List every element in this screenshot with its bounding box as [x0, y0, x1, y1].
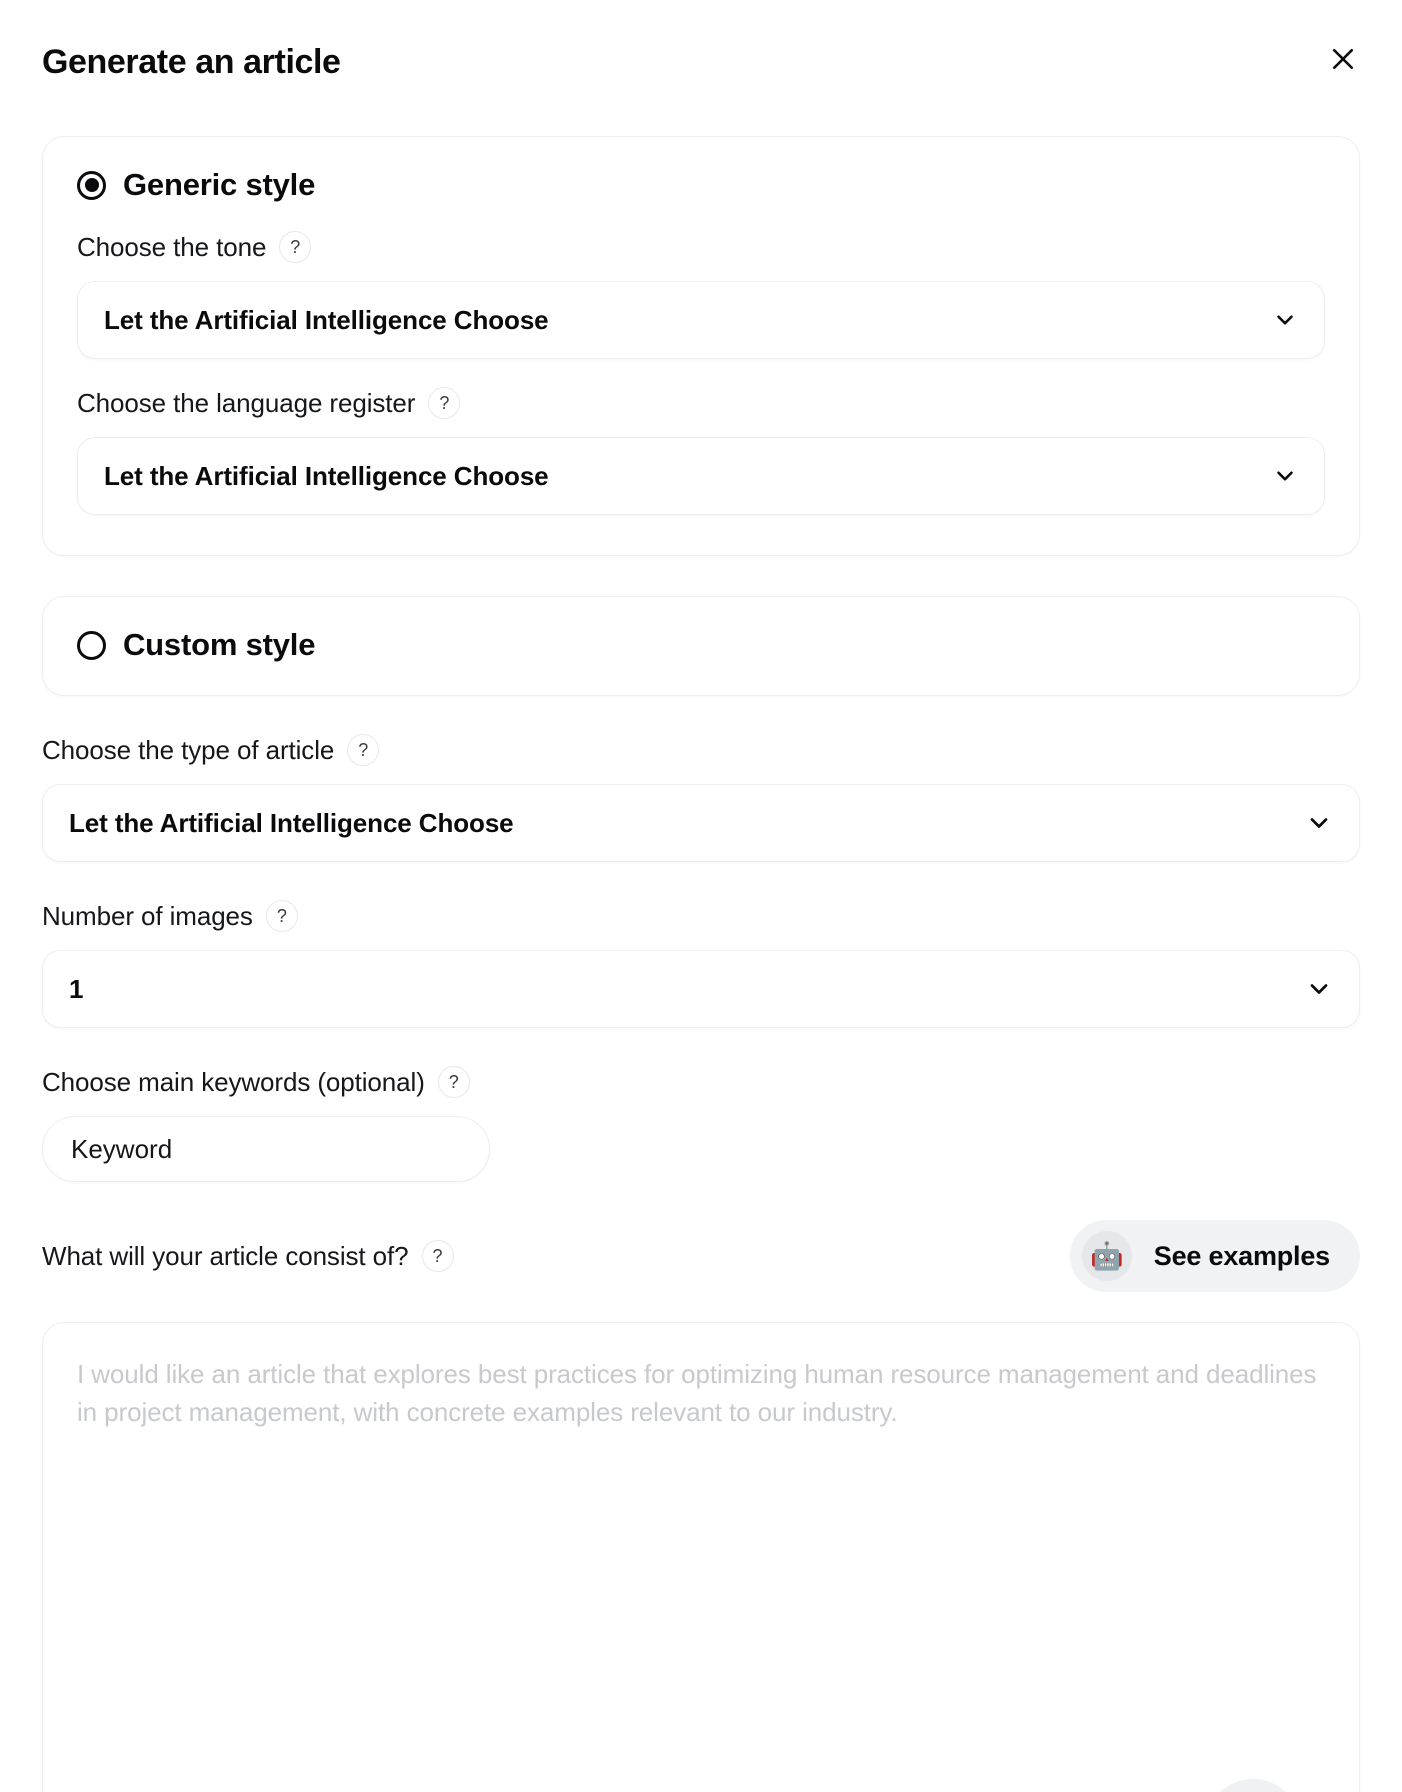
generic-style-label: Generic style [123, 167, 316, 202]
language-register-select[interactable]: Let the Artificial Intelligence Choose [77, 437, 1325, 515]
help-icon-article-type[interactable]: ? [347, 734, 380, 766]
article-type-select-value: Let the Artificial Intelligence Choose [69, 807, 514, 838]
help-icon-consist-of[interactable]: ? [421, 1240, 454, 1272]
field-tone: Choose the tone ? Let the Artificial Int… [77, 231, 1325, 359]
field-keywords: Choose main keywords (optional) ? Keywor… [42, 1066, 1360, 1182]
consist-of-row: What will your article consist of? ? 🤖 S… [42, 1220, 1360, 1292]
language-register-label: Choose the language register [77, 387, 416, 418]
chevron-down-icon [1305, 809, 1333, 837]
tone-select-value: Let the Artificial Intelligence Choose [104, 304, 549, 335]
number-of-images-select-value: 1 [69, 973, 84, 1004]
textarea-corner-decoration [1205, 1779, 1301, 1792]
generic-style-card: Generic style Choose the tone ? Let the … [42, 136, 1360, 556]
consist-of-label-row: What will your article consist of? ? [42, 1240, 454, 1272]
consist-of-label: What will your article consist of? [42, 1240, 409, 1271]
custom-style-label: Custom style [123, 627, 316, 662]
chevron-down-icon [1305, 975, 1333, 1003]
chevron-down-icon [1272, 463, 1298, 489]
radio-dot-icon [84, 178, 99, 192]
article-type-label: Choose the type of article [42, 734, 335, 765]
generic-style-radio-row[interactable]: Generic style [77, 167, 1325, 203]
article-description-placeholder: I would like an article that explores be… [77, 1359, 1317, 1427]
help-icon-number-of-images[interactable]: ? [265, 900, 298, 932]
number-of-images-label-row: Number of images ? [42, 900, 1360, 932]
tone-label: Choose the tone [77, 231, 267, 262]
keywords-label-row: Choose main keywords (optional) ? [42, 1066, 1360, 1098]
field-article-type: Choose the type of article ? Let the Art… [42, 734, 1360, 862]
custom-style-radio-row[interactable]: Custom style [77, 627, 1325, 663]
modal-header: Generate an article [42, 40, 1360, 110]
see-examples-button[interactable]: 🤖 See examples [1069, 1220, 1360, 1292]
generate-article-modal: Generate an article Generic style Choose… [0, 0, 1402, 1792]
article-type-label-row: Choose the type of article ? [42, 734, 1360, 766]
keyword-input-value: Keyword [71, 1133, 173, 1164]
field-number-of-images: Number of images ? 1 [42, 900, 1360, 1028]
radio-custom-style[interactable] [77, 630, 106, 660]
help-icon-language-register[interactable]: ? [428, 387, 461, 419]
custom-style-card[interactable]: Custom style [42, 596, 1360, 696]
number-of-images-select[interactable]: 1 [42, 950, 1360, 1028]
radio-generic-style[interactable] [77, 170, 106, 200]
tone-label-row: Choose the tone ? [77, 231, 1325, 263]
keyword-input[interactable]: Keyword [42, 1116, 490, 1182]
number-of-images-label: Number of images [42, 900, 253, 931]
see-examples-label: See examples [1153, 1240, 1330, 1271]
help-icon-tone[interactable]: ? [279, 231, 312, 263]
field-language-register: Choose the language register ? Let the A… [77, 387, 1325, 515]
help-icon-keywords[interactable]: ? [437, 1066, 470, 1098]
tone-select[interactable]: Let the Artificial Intelligence Choose [77, 281, 1325, 359]
robot-icon: 🤖 [1081, 1231, 1132, 1281]
language-register-label-row: Choose the language register ? [77, 387, 1325, 419]
article-description-textarea[interactable]: I would like an article that explores be… [42, 1322, 1360, 1792]
close-icon [1328, 44, 1358, 74]
close-button[interactable] [1320, 36, 1366, 82]
article-type-select[interactable]: Let the Artificial Intelligence Choose [42, 784, 1360, 862]
chevron-down-icon [1272, 307, 1298, 333]
language-register-select-value: Let the Artificial Intelligence Choose [104, 460, 549, 491]
page-title: Generate an article [42, 43, 341, 81]
keywords-label: Choose main keywords (optional) [42, 1066, 425, 1097]
